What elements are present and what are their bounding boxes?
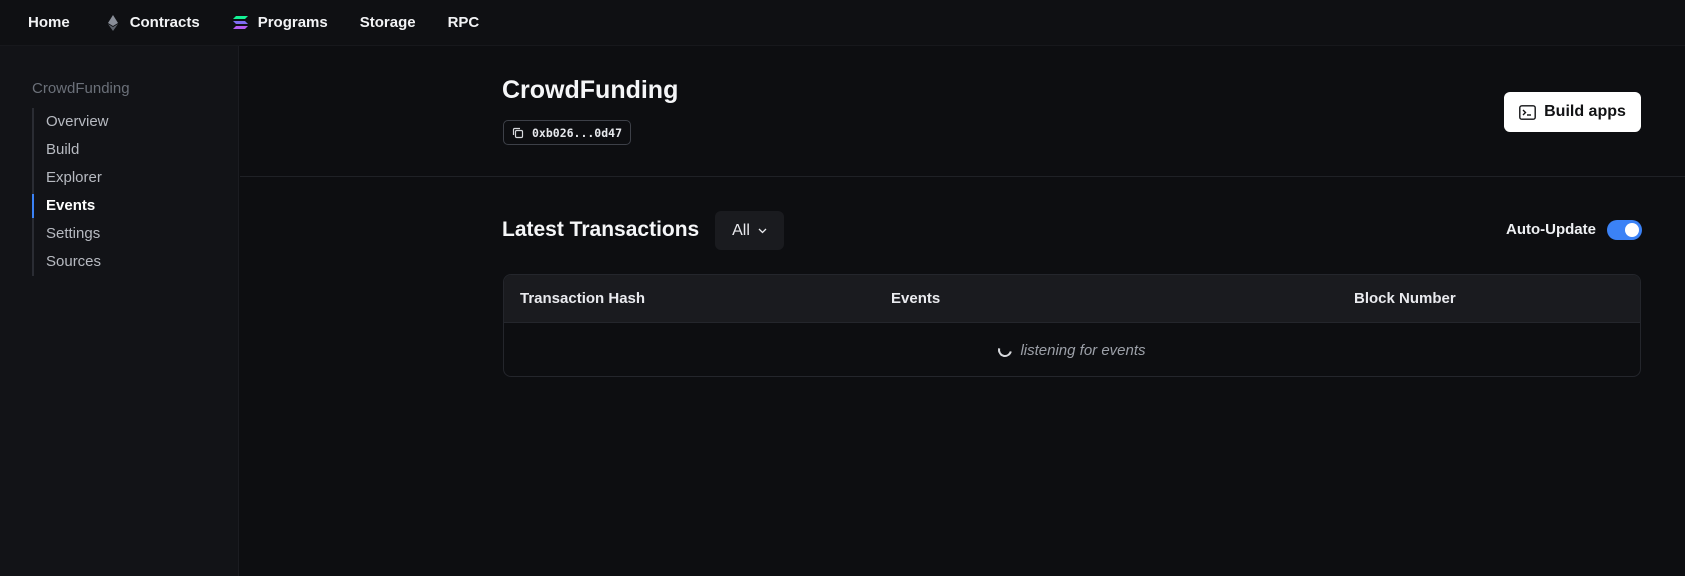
header-divider [240, 176, 1685, 177]
build-apps-button[interactable]: Build apps [1504, 92, 1641, 132]
top-navigation: Home Contracts Programs Storage RPC [0, 0, 1685, 46]
sidebar-item-settings[interactable]: Settings [34, 220, 222, 248]
sidebar-item-build[interactable]: Build [34, 136, 222, 164]
sidebar-item-explorer[interactable]: Explorer [34, 164, 222, 192]
table-empty-state: listening for events [504, 323, 1640, 376]
sidebar-item-sources[interactable]: Sources [34, 248, 222, 276]
nav-contracts[interactable]: Contracts [104, 14, 200, 32]
chevron-down-icon [758, 228, 767, 234]
nav-home[interactable]: Home [28, 14, 70, 31]
nav-contracts-label: Contracts [129, 14, 200, 31]
ethereum-icon [104, 14, 122, 32]
toggle-knob [1625, 223, 1639, 237]
sidebar: CrowdFunding Overview Build Explorer Eve… [0, 46, 239, 576]
nav-rpc-label: RPC [447, 14, 480, 31]
sidebar-item-overview[interactable]: Overview [34, 108, 222, 136]
build-apps-label: Build apps [1544, 103, 1626, 120]
nav-home-label: Home [28, 14, 70, 31]
sidebar-item-events[interactable]: Events [32, 192, 222, 220]
page-title: CrowdFunding [502, 76, 679, 104]
column-events[interactable]: Events [891, 290, 940, 307]
nav-programs[interactable]: Programs [232, 14, 328, 32]
copy-icon [512, 127, 524, 139]
filter-selected-value: All [732, 221, 750, 239]
sidebar-list: Overview Build Explorer Events Settings … [32, 108, 222, 276]
table-header: Transaction Hash Events Block Number [504, 275, 1640, 323]
column-transaction-hash[interactable]: Transaction Hash [520, 290, 645, 307]
auto-update-toggle[interactable] [1607, 220, 1642, 240]
nav-storage[interactable]: Storage [360, 14, 416, 31]
nav-storage-label: Storage [359, 14, 416, 31]
transactions-filter-select[interactable]: All [715, 211, 784, 250]
terminal-icon [1519, 104, 1537, 120]
transactions-title: Latest Transactions [502, 218, 700, 241]
transactions-table: Transaction Hash Events Block Number lis… [503, 274, 1641, 377]
sidebar-title[interactable]: CrowdFunding [32, 80, 130, 97]
loading-spinner-icon [995, 340, 1016, 360]
solana-icon [232, 14, 250, 32]
auto-update-label: Auto-Update [1506, 221, 1596, 238]
nav-programs-label: Programs [257, 14, 328, 31]
empty-state-text: listening for events [1020, 341, 1146, 359]
column-block-number[interactable]: Block Number [1354, 290, 1456, 307]
address-copy-button[interactable]: 0xb026...0d47 [503, 120, 632, 145]
contract-address: 0xb026...0d47 [532, 125, 623, 140]
nav-rpc[interactable]: RPC [448, 14, 480, 31]
